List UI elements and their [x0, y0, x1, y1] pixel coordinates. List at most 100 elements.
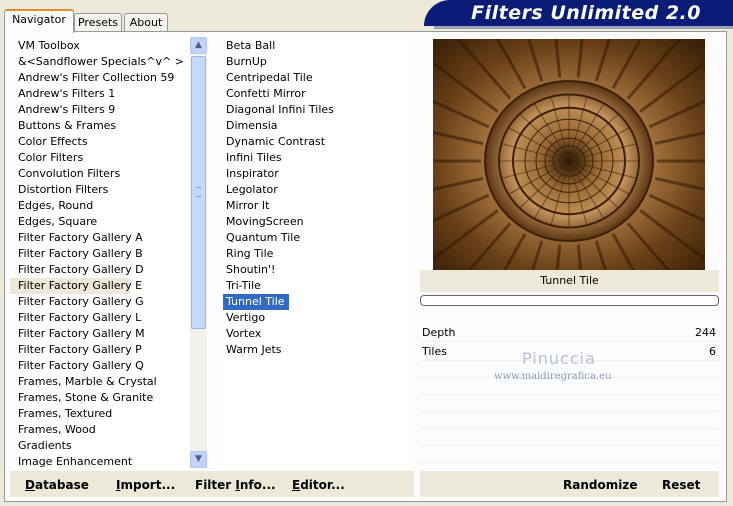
list-item[interactable]: Andrew's Filter Collection 59: [10, 70, 190, 86]
scroll-thumb[interactable]: [191, 56, 206, 329]
list-item[interactable]: Frames, Wood: [10, 422, 190, 438]
randomize-button[interactable]: Randomize: [563, 478, 637, 492]
list-item[interactable]: Image Enhancement: [10, 454, 190, 469]
list-item[interactable]: Warm Jets: [218, 342, 414, 358]
list-item-label: Distortion Filters: [18, 183, 109, 196]
list-item[interactable]: Andrew's Filters 1: [10, 86, 190, 102]
list-item-label: Color Effects: [18, 135, 88, 148]
list-item[interactable]: Andrew's Filters 9: [10, 102, 190, 118]
list-item-label: Edges, Square: [18, 215, 98, 228]
list-item[interactable]: Frames, Marble & Crystal: [10, 374, 190, 390]
list-item-label: Legolator: [226, 183, 278, 196]
editor-mnemonic: E: [292, 478, 301, 492]
list-item-label: Filter Factory Gallery M: [18, 327, 145, 340]
param-row-depth[interactable]: Depth 244: [420, 323, 719, 342]
list-item[interactable]: Beta Ball: [218, 38, 414, 54]
list-item-label: Frames, Marble & Crystal: [18, 375, 157, 388]
list-item[interactable]: Confetti Mirror: [218, 86, 414, 102]
list-item[interactable]: Legolator: [218, 182, 414, 198]
category-scrollbar[interactable]: ▲ ▼: [190, 37, 207, 468]
list-item-label: BurnUp: [226, 55, 267, 68]
list-item[interactable]: Centripedal Tile: [218, 70, 414, 86]
category-list[interactable]: VM Toolbox &<Sandflower Specials^v^ > Andr…: [10, 37, 190, 469]
tab-navigator[interactable]: Navigator: [4, 9, 74, 33]
list-item-label: Beta Ball: [226, 39, 276, 52]
list-item[interactable]: Filter Factory Gallery D: [10, 262, 190, 278]
list-item[interactable]: Distortion Filters: [10, 182, 190, 198]
list-item-label: Frames, Stone & Granite: [18, 391, 154, 404]
list-item[interactable]: VM Toolbox: [10, 38, 190, 54]
list-item[interactable]: Vertigo: [218, 310, 414, 326]
list-item[interactable]: Frames, Stone & Granite: [10, 390, 190, 406]
list-item[interactable]: Filter Factory Gallery Q: [10, 358, 190, 374]
list-item-label: Filter Factory Gallery G: [18, 295, 144, 308]
editor-button[interactable]: Editor...: [292, 478, 345, 492]
list-item[interactable]: Edges, Square: [10, 214, 190, 230]
list-item[interactable]: Gradients: [10, 438, 190, 454]
scroll-up-button[interactable]: ▲: [190, 37, 207, 54]
list-item-label: Filter Factory Gallery D: [18, 263, 144, 276]
list-item[interactable]: Vortex: [218, 326, 414, 342]
param-label: Tiles: [422, 345, 447, 358]
list-item-label: Filter Factory Gallery B: [18, 247, 143, 260]
list-item[interactable]: Filter Factory Gallery L: [10, 310, 190, 326]
list-item-label: Frames, Wood: [18, 423, 96, 436]
list-item[interactable]: Infini Tiles: [218, 150, 414, 166]
param-row-empty: [420, 395, 719, 412]
tunnel-preview-image: [433, 39, 705, 270]
list-item[interactable]: Color Effects: [10, 134, 190, 150]
tab-about[interactable]: About: [124, 13, 168, 31]
list-item[interactable]: Filter Factory Gallery P: [10, 342, 190, 358]
list-item[interactable]: Dynamic Contrast: [218, 134, 414, 150]
import-button[interactable]: Import...: [116, 478, 175, 492]
list-item[interactable]: Filter Factory Gallery A: [10, 230, 190, 246]
list-item-label: Vertigo: [226, 311, 266, 324]
list-item[interactable]: Color Filters: [10, 150, 190, 166]
list-item[interactable]: Edges, Round: [10, 198, 190, 214]
reset-button[interactable]: Reset: [662, 478, 700, 492]
list-item[interactable]: MovingScreen: [218, 214, 414, 230]
list-item[interactable]: BurnUp: [218, 54, 414, 70]
filter-list[interactable]: Beta Ball BurnUp Centripedal Tile Confetti …: [218, 37, 414, 469]
list-item[interactable]: Shoutin'!: [218, 262, 414, 278]
list-item-label: Filter Factory Gallery P: [18, 343, 142, 356]
list-item[interactable]: Inspirator: [218, 166, 414, 182]
list-item-label: Gradients: [18, 439, 72, 452]
param-row-empty: [420, 446, 719, 463]
list-item[interactable]: Frames, Textured: [10, 406, 190, 422]
list-item[interactable]: Ring Tile: [218, 246, 414, 262]
import-label: mport...: [120, 478, 176, 492]
param-value: 244: [695, 326, 716, 339]
list-item[interactable]: Tri-Tile: [218, 278, 414, 294]
param-value: 6: [709, 345, 716, 358]
tab-presets[interactable]: Presets: [74, 13, 122, 31]
list-item[interactable]: Filter Factory Gallery M: [10, 326, 190, 342]
list-item-label: Filter Factory Gallery L: [18, 311, 142, 324]
list-item-label: Diagonal Infini Tiles: [226, 103, 334, 116]
list-item-label: Color Filters: [18, 151, 84, 164]
database-button[interactable]: Database: [25, 478, 89, 492]
list-item[interactable]: &<Sandflower Specials^v^ >: [10, 54, 190, 70]
list-item[interactable]: Filter Factory Gallery B: [10, 246, 190, 262]
list-item[interactable]: Diagonal Infini Tiles: [218, 102, 414, 118]
list-item-label: Vortex: [226, 327, 262, 340]
list-item-label: VM Toolbox: [18, 39, 80, 52]
list-item[interactable]: Buttons & Frames: [10, 118, 190, 134]
scroll-down-button[interactable]: ▼: [190, 451, 207, 468]
list-item[interactable]: Mirror It: [218, 198, 414, 214]
list-item-label: Andrew's Filters 9: [18, 103, 116, 116]
list-item[interactable]: Filter Factory Gallery G: [10, 294, 190, 310]
filter-info-button[interactable]: Filter Info...: [195, 478, 276, 492]
list-item[interactable]: Filter Factory Gallery E: [10, 278, 142, 294]
list-item[interactable]: Quantum Tile: [218, 230, 414, 246]
selected-filter-name: Tunnel Tile: [420, 270, 719, 292]
list-item[interactable]: Convolution Filters: [10, 166, 190, 182]
editor-label: ditor...: [300, 478, 345, 492]
list-item-label: Andrew's Filter Collection 59: [18, 71, 175, 84]
list-item-label: Buttons & Frames: [18, 119, 117, 132]
list-item[interactable]: Tunnel Tile: [218, 294, 414, 310]
list-item-label: Quantum Tile: [226, 231, 301, 244]
list-item[interactable]: Dimensia: [218, 118, 414, 134]
list-item-label: Filter Factory Gallery A: [18, 231, 143, 244]
list-item-label: Frames, Textured: [18, 407, 113, 420]
